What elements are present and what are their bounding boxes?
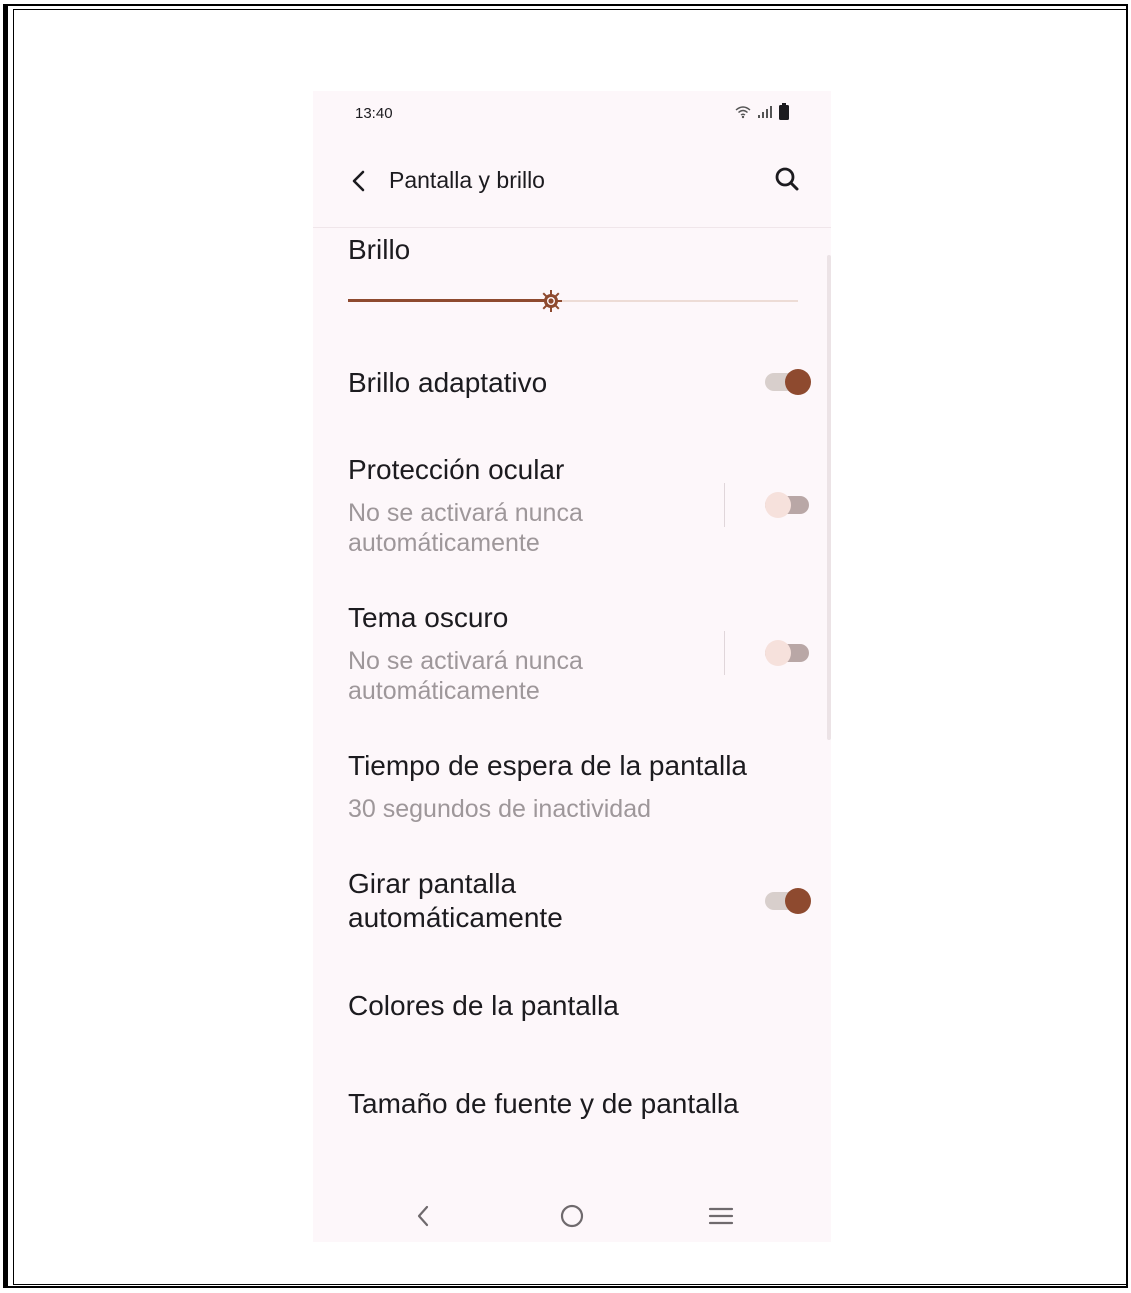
slider-fill xyxy=(348,299,551,302)
wifi-icon xyxy=(735,105,751,119)
scrollbar[interactable] xyxy=(827,255,831,740)
menu-lines-icon xyxy=(708,1207,734,1225)
toggle-knob xyxy=(785,888,811,914)
brightness-label: Brillo xyxy=(348,234,411,265)
toggle-knob xyxy=(765,640,791,666)
screen-colors-title: Colores de la pantalla xyxy=(348,990,619,1021)
dark-theme-title: Tema oscuro xyxy=(348,602,509,633)
chevron-left-icon xyxy=(352,170,365,192)
screen-timeout-title: Tiempo de espera de la pantalla xyxy=(348,750,747,781)
nav-home-button[interactable] xyxy=(557,1201,587,1231)
eye-protection-subtitle-line2: automáticamente xyxy=(348,529,540,557)
toggle-knob xyxy=(765,492,791,518)
search-icon xyxy=(775,167,799,191)
row-divider xyxy=(724,483,725,527)
circle-home-icon xyxy=(560,1204,584,1228)
signal-icon xyxy=(757,105,773,119)
auto-rotate-title-line1: Girar pantalla xyxy=(348,868,517,899)
brightness-slider[interactable] xyxy=(348,289,798,313)
auto-rotate-title-line2: automáticamente xyxy=(348,902,563,933)
status-icons xyxy=(735,103,789,120)
back-button[interactable] xyxy=(343,165,375,197)
battery-icon xyxy=(779,103,789,120)
chevron-left-icon xyxy=(417,1205,429,1227)
eye-protection-subtitle-line1: No se activará nunca xyxy=(348,499,583,527)
screen-timeout-subtitle: 30 segundos de inactividad xyxy=(348,795,652,823)
row-divider xyxy=(724,631,725,675)
adaptive-brightness-toggle[interactable] xyxy=(765,367,811,397)
search-button[interactable] xyxy=(771,163,803,195)
dark-theme-toggle[interactable] xyxy=(765,638,811,668)
nav-back-button[interactable] xyxy=(408,1201,438,1231)
toggle-knob xyxy=(785,369,811,395)
eye-protection-title: Protección ocular xyxy=(348,454,565,485)
eye-protection-toggle[interactable] xyxy=(765,490,811,520)
page-title: Pantalla y brillo xyxy=(389,167,545,193)
font-display-size-title: Tamaño de fuente y de pantalla xyxy=(348,1088,739,1119)
nav-recents-button[interactable] xyxy=(706,1201,736,1231)
app-bar: Pantalla y brillo xyxy=(313,151,831,228)
dark-theme-subtitle-line1: No se activará nunca xyxy=(348,647,583,675)
brightness-thumb[interactable] xyxy=(539,289,563,313)
auto-rotate-toggle[interactable] xyxy=(765,886,811,916)
status-time: 13:40 xyxy=(355,105,393,122)
sun-icon xyxy=(540,290,562,312)
adaptive-brightness-title: Brillo adaptativo xyxy=(348,367,548,398)
dark-theme-subtitle-line2: automáticamente xyxy=(348,677,540,705)
navigation-bar xyxy=(313,1191,831,1239)
phone-screen: 13:40 Pantalla y brillo Brillo Brillo ad… xyxy=(313,91,831,1242)
